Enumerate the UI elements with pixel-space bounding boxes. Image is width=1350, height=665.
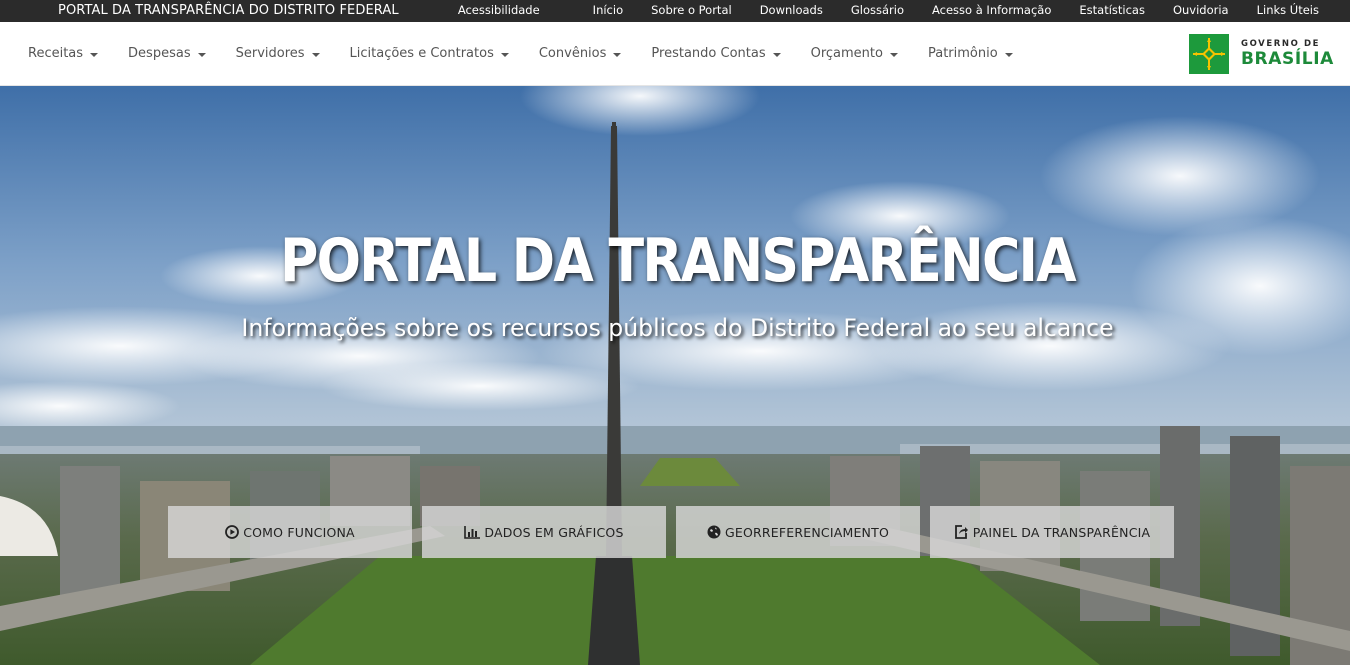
toplink-acesso-informacao[interactable]: Acesso à Informação [932, 3, 1051, 17]
top-utility-bar: PORTAL DA TRANSPARÊNCIA DO DISTRITO FEDE… [0, 0, 1350, 22]
caret-down-icon [1004, 52, 1013, 57]
hero-banner: PORTAL DA TRANSPARÊNCIA Informações sobr… [0, 86, 1350, 665]
site-title: PORTAL DA TRANSPARÊNCIA DO DISTRITO FEDE… [58, 3, 399, 18]
nav-despesas[interactable]: Despesas [128, 46, 206, 61]
caret-down-icon [613, 52, 622, 57]
brasilia-flag-icon [1189, 34, 1229, 74]
hero-actions: COMO FUNCIONA DADOS EM GRÁFICOS GEORREFE… [168, 506, 1174, 558]
nav-label: Convênios [538, 46, 607, 61]
play-circle-icon [225, 525, 240, 539]
governo-brasilia-logo[interactable]: GOVERNO DE BRASÍLIA [1189, 34, 1333, 74]
como-funciona-button[interactable]: COMO FUNCIONA [168, 506, 412, 558]
nav-label: Orçamento [810, 46, 883, 61]
nav-label: Licitações e Contratos [349, 46, 494, 61]
button-label: DADOS EM GRÁFICOS [484, 524, 624, 540]
nav-label: Prestando Contas [651, 46, 766, 61]
nav-label: Servidores [235, 46, 305, 61]
caret-down-icon [197, 52, 206, 57]
top-links: Acessibilidade Início Sobre o Portal Dow… [430, 3, 1319, 17]
nav-receitas[interactable]: Receitas [28, 46, 99, 61]
toplink-inicio[interactable]: Início [593, 3, 623, 17]
button-label: GEORREFERENCIAMENTO [725, 524, 889, 540]
logo-line2: BRASÍLIA [1241, 48, 1334, 69]
logo-text: GOVERNO DE BRASÍLIA [1241, 40, 1334, 68]
toplink-glossario[interactable]: Glossário [851, 3, 904, 17]
button-label: COMO FUNCIONA [243, 524, 355, 540]
caret-down-icon [500, 52, 509, 57]
caret-down-icon [772, 52, 781, 57]
bar-chart-icon [464, 525, 481, 539]
painel-transparencia-button[interactable]: PAINEL DA TRANSPARÊNCIA [930, 506, 1174, 558]
nav-prestando-contas[interactable]: Prestando Contas [651, 46, 781, 61]
toplink-downloads[interactable]: Downloads [760, 3, 823, 17]
nav-servidores[interactable]: Servidores [236, 46, 320, 61]
nav-label: Receitas [28, 46, 84, 61]
toplink-ouvidoria[interactable]: Ouvidoria [1173, 3, 1229, 17]
nav-patrimonio[interactable]: Patrimônio [928, 46, 1013, 61]
external-link-icon [954, 525, 969, 539]
logo-line1: GOVERNO DE [1241, 39, 1321, 50]
nav-licitacoes-contratos[interactable]: Licitações e Contratos [350, 46, 509, 61]
button-label: PAINEL DA TRANSPARÊNCIA [972, 524, 1151, 540]
toplink-estatisticas[interactable]: Estatísticas [1079, 3, 1145, 17]
nav-orcamento[interactable]: Orçamento [811, 46, 898, 61]
caret-down-icon [311, 52, 320, 57]
hero-title: PORTAL DA TRANSPARÊNCIA [280, 226, 1077, 296]
main-menu: Receitas Despesas Servidores Licitações … [28, 46, 1043, 61]
dados-em-graficos-button[interactable]: DADOS EM GRÁFICOS [422, 506, 666, 558]
globe-icon [707, 525, 721, 539]
toplink-sobre-portal[interactable]: Sobre o Portal [651, 3, 732, 17]
nav-label: Despesas [128, 46, 191, 61]
toplink-acessibilidade[interactable]: Acessibilidade [458, 3, 540, 17]
hero-subtitle: Informações sobre os recursos públicos d… [241, 314, 1114, 342]
brasilia-aerial-image [0, 86, 1350, 665]
caret-down-icon [889, 52, 898, 57]
georreferenciamento-button[interactable]: GEORREFERENCIAMENTO [676, 506, 920, 558]
nav-convenios[interactable]: Convênios [539, 46, 622, 61]
main-navbar: Receitas Despesas Servidores Licitações … [0, 22, 1350, 86]
caret-down-icon [90, 52, 99, 57]
nav-label: Patrimônio [927, 46, 998, 61]
toplink-links-uteis[interactable]: Links Úteis [1257, 3, 1319, 17]
